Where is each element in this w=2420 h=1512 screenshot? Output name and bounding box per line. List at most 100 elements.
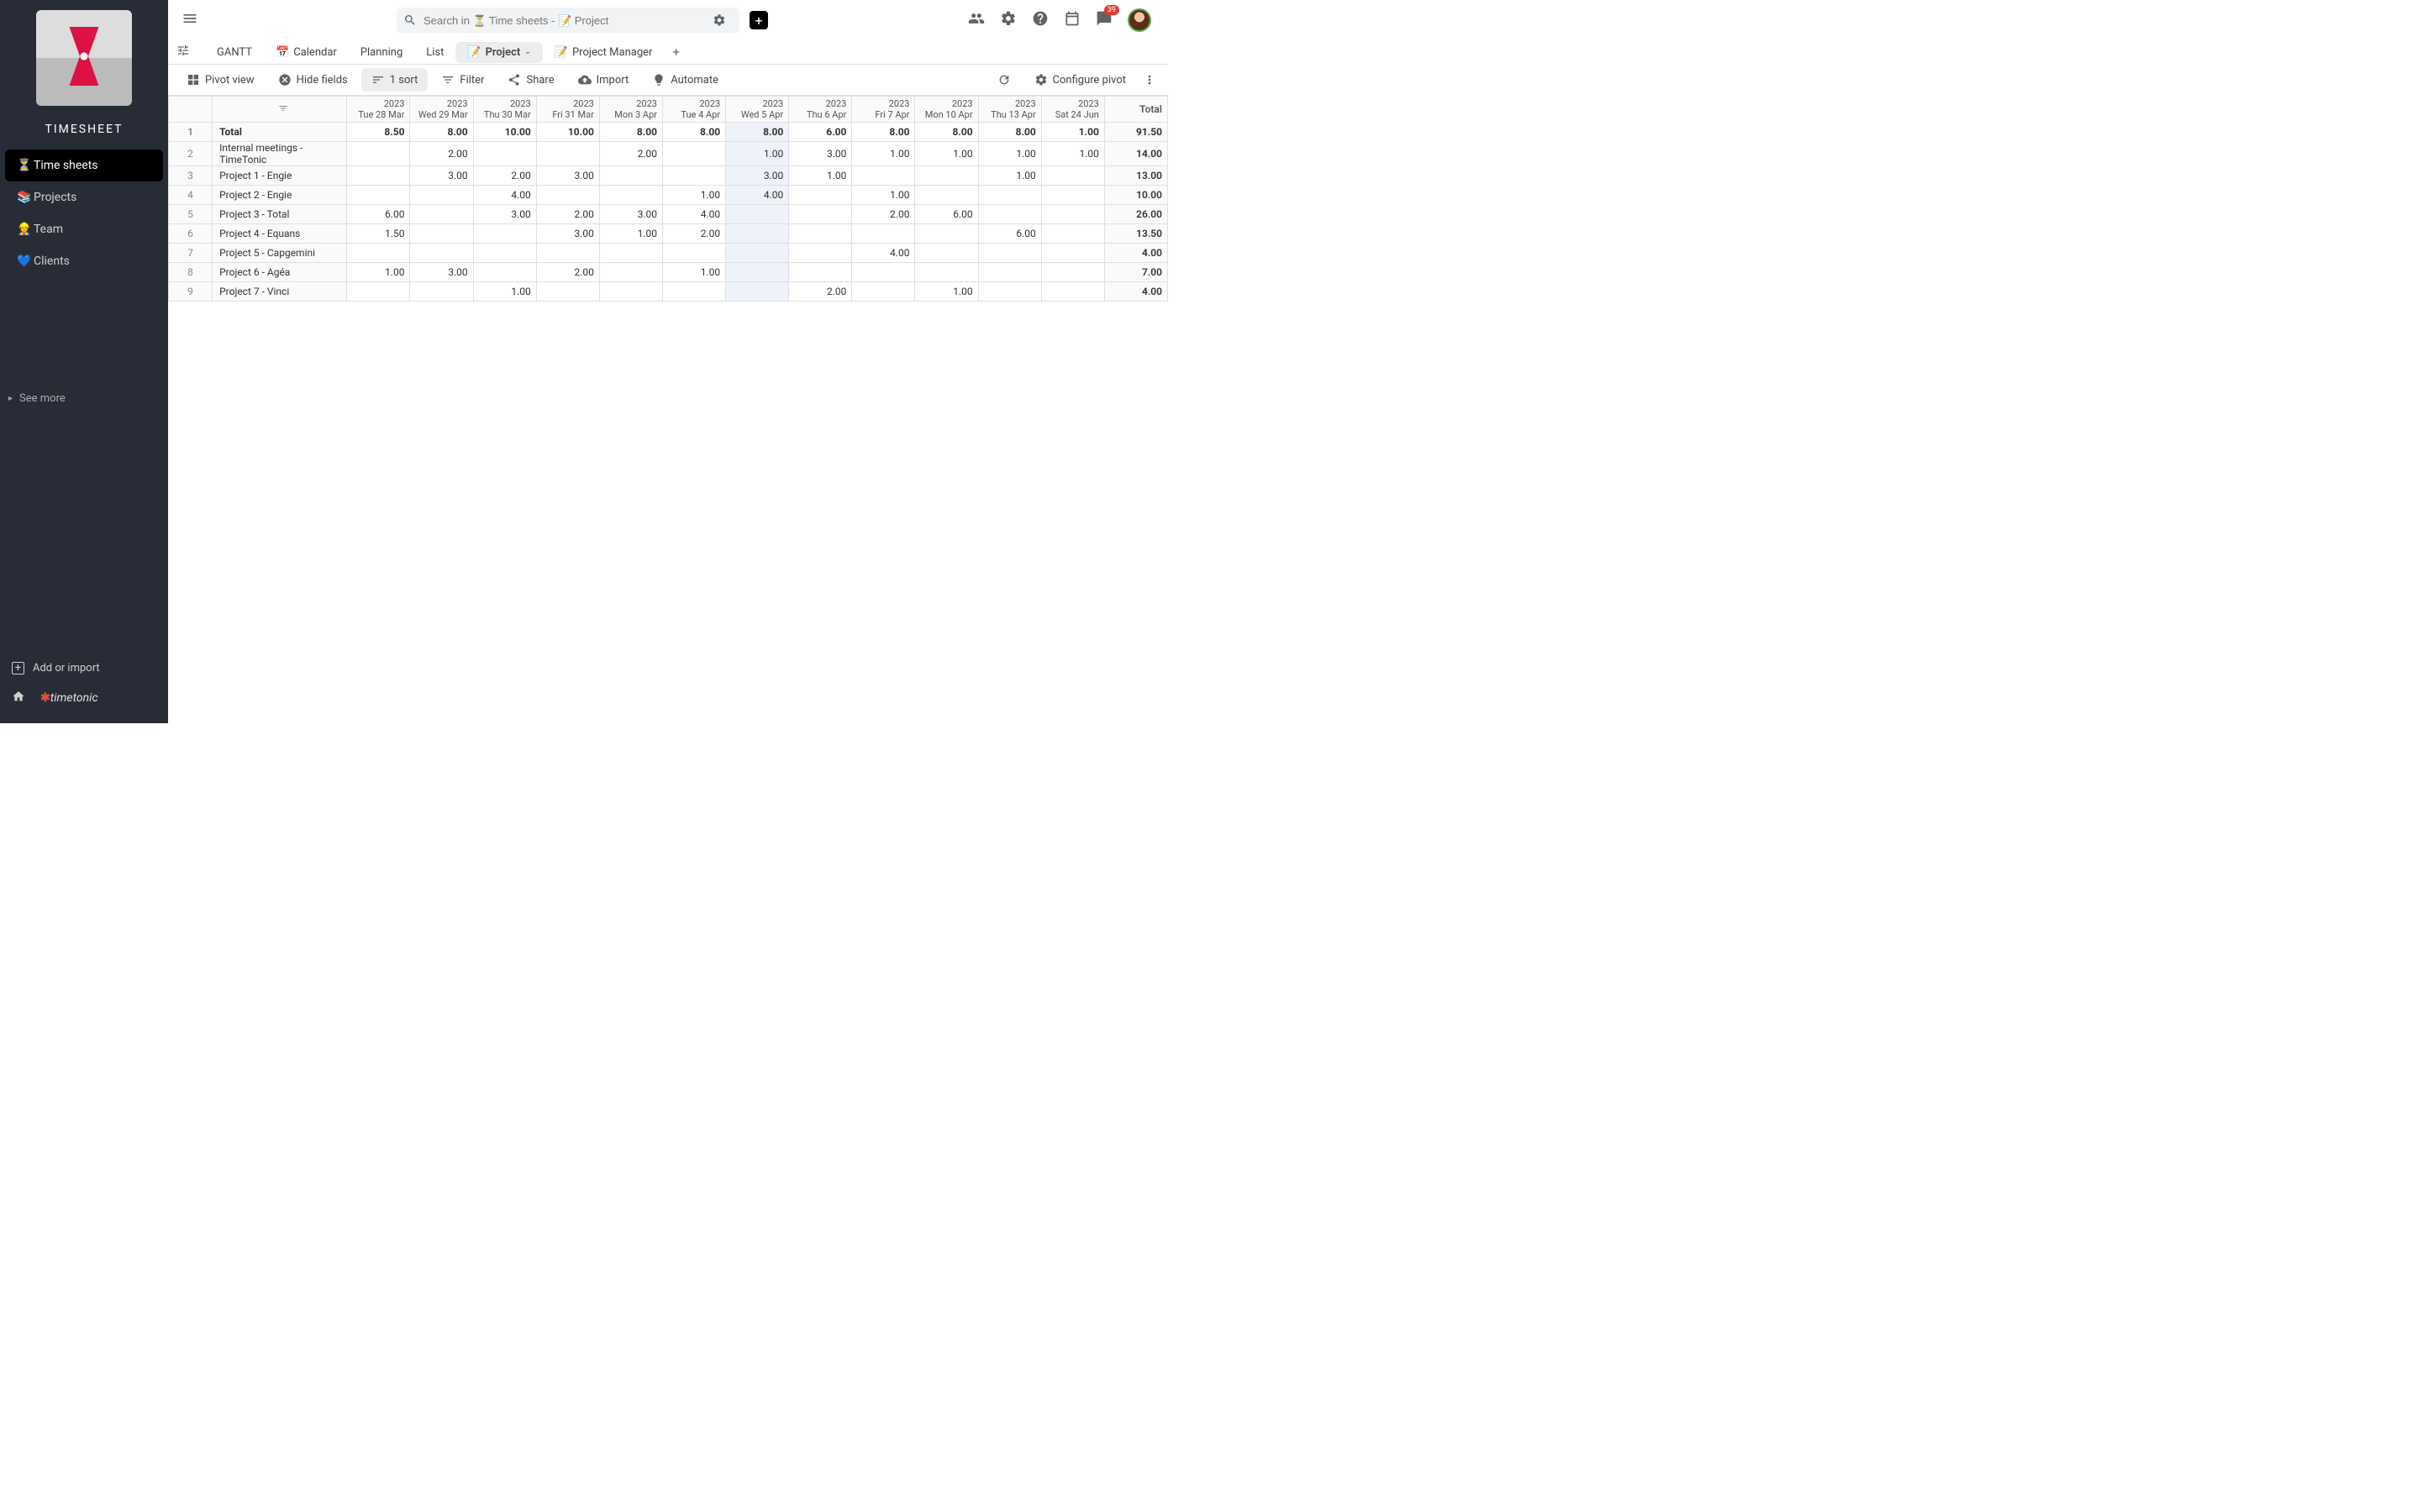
column-header[interactable]: 2023Thu 13 Apr xyxy=(978,97,1041,123)
table-row[interactable]: 5Project 3 - Total6.003.002.003.004.002.… xyxy=(169,205,1168,224)
data-cell[interactable] xyxy=(410,282,473,302)
sort-button[interactable]: 1 sort xyxy=(361,68,429,92)
data-cell[interactable] xyxy=(1041,244,1104,263)
data-cell[interactable]: 1.50 xyxy=(347,224,410,244)
column-header[interactable]: 2023Thu 30 Mar xyxy=(473,97,536,123)
data-cell[interactable]: 8.00 xyxy=(915,123,978,142)
data-cell[interactable]: 3.00 xyxy=(599,205,662,224)
share-button[interactable]: Share xyxy=(497,68,564,92)
brand-logo[interactable]: ✱timetonic xyxy=(40,691,98,705)
data-cell[interactable] xyxy=(473,244,536,263)
workspace-image[interactable] xyxy=(36,10,132,106)
import-button[interactable]: Import xyxy=(568,68,639,92)
data-cell[interactable]: 6.00 xyxy=(789,123,852,142)
sidebar-item-clients[interactable]: 💙Clients xyxy=(5,245,163,277)
more-icon[interactable] xyxy=(1139,68,1160,92)
row-label[interactable]: Project 5 - Capgemini xyxy=(213,244,347,263)
data-cell[interactable] xyxy=(915,224,978,244)
data-cell[interactable]: 1.00 xyxy=(852,142,915,166)
people-icon[interactable] xyxy=(968,10,985,30)
tabs-settings-icon[interactable] xyxy=(176,44,190,60)
data-cell[interactable]: 6.00 xyxy=(915,205,978,224)
data-cell[interactable] xyxy=(852,263,915,282)
help-icon[interactable] xyxy=(1032,10,1049,30)
pivot-view-button[interactable]: Pivot view xyxy=(176,68,265,92)
data-cell[interactable] xyxy=(915,244,978,263)
data-cell[interactable] xyxy=(789,263,852,282)
data-cell[interactable]: 1.00 xyxy=(789,166,852,186)
tab-calendar[interactable]: 📅Calendar xyxy=(264,42,349,63)
tab-project-manager[interactable]: 📝Project Manager xyxy=(543,42,665,63)
search-input[interactable] xyxy=(424,14,713,27)
data-cell[interactable]: 3.00 xyxy=(410,263,473,282)
tab-planning[interactable]: Planning xyxy=(349,42,414,63)
data-cell[interactable]: 4.00 xyxy=(473,186,536,205)
data-cell[interactable]: 2.00 xyxy=(536,205,599,224)
data-cell[interactable] xyxy=(599,263,662,282)
data-cell[interactable] xyxy=(599,166,662,186)
data-cell[interactable] xyxy=(915,186,978,205)
table-row[interactable]: 8Project 6 - Agéa1.003.002.001.007.00 xyxy=(169,263,1168,282)
data-cell[interactable]: 6.00 xyxy=(347,205,410,224)
data-cell[interactable] xyxy=(726,224,789,244)
table-row[interactable]: 7Project 5 - Capgemini4.004.00 xyxy=(169,244,1168,263)
data-cell[interactable]: 2.00 xyxy=(410,142,473,166)
data-cell[interactable] xyxy=(662,244,725,263)
data-cell[interactable]: 8.00 xyxy=(852,123,915,142)
data-cell[interactable] xyxy=(978,186,1041,205)
table-row[interactable]: 4Project 2 - Engie4.001.004.001.0010.00 xyxy=(169,186,1168,205)
row-label[interactable]: Project 7 - Vinci xyxy=(213,282,347,302)
data-cell[interactable]: 1.00 xyxy=(1041,123,1104,142)
data-cell[interactable]: 1.00 xyxy=(599,224,662,244)
data-cell[interactable] xyxy=(852,166,915,186)
data-cell[interactable]: 1.00 xyxy=(915,142,978,166)
data-cell[interactable] xyxy=(726,244,789,263)
data-cell[interactable] xyxy=(410,224,473,244)
tab-gantt[interactable]: GANTT xyxy=(205,42,264,63)
data-cell[interactable] xyxy=(536,244,599,263)
data-cell[interactable]: 3.00 xyxy=(410,166,473,186)
column-header[interactable]: 2023Mon 3 Apr xyxy=(599,97,662,123)
data-cell[interactable] xyxy=(726,263,789,282)
data-cell[interactable] xyxy=(536,186,599,205)
data-cell[interactable]: 8.00 xyxy=(726,123,789,142)
row-label[interactable]: Total xyxy=(213,123,347,142)
data-cell[interactable]: 10.00 xyxy=(473,123,536,142)
row-label[interactable]: Project 2 - Engie xyxy=(213,186,347,205)
data-cell[interactable] xyxy=(410,186,473,205)
table-row[interactable]: 1Total8.508.0010.0010.008.008.008.006.00… xyxy=(169,123,1168,142)
data-cell[interactable] xyxy=(347,142,410,166)
row-label[interactable]: Project 4 - Equans xyxy=(213,224,347,244)
data-cell[interactable] xyxy=(789,224,852,244)
data-cell[interactable]: 1.00 xyxy=(662,186,725,205)
data-cell[interactable] xyxy=(1041,263,1104,282)
see-more-button[interactable]: See more xyxy=(0,383,168,414)
data-cell[interactable] xyxy=(662,166,725,186)
data-cell[interactable] xyxy=(536,142,599,166)
data-cell[interactable] xyxy=(599,282,662,302)
row-label[interactable]: Project 6 - Agéa xyxy=(213,263,347,282)
notifications-icon[interactable]: 39 xyxy=(1096,10,1113,30)
filter-icon[interactable] xyxy=(213,97,347,123)
data-cell[interactable]: 3.00 xyxy=(473,205,536,224)
data-cell[interactable] xyxy=(852,282,915,302)
data-cell[interactable] xyxy=(536,282,599,302)
data-cell[interactable] xyxy=(789,205,852,224)
search-box[interactable] xyxy=(397,8,739,33)
data-cell[interactable] xyxy=(726,282,789,302)
data-cell[interactable] xyxy=(347,166,410,186)
data-cell[interactable]: 4.00 xyxy=(726,186,789,205)
data-cell[interactable] xyxy=(410,244,473,263)
add-or-import-button[interactable]: + Add or import xyxy=(12,655,156,681)
add-tab-button[interactable]: + xyxy=(664,40,688,64)
data-cell[interactable]: 6.00 xyxy=(978,224,1041,244)
data-cell[interactable] xyxy=(347,244,410,263)
tab-project[interactable]: 📝Project⌄ xyxy=(455,42,542,63)
column-header[interactable]: 2023Fri 7 Apr xyxy=(852,97,915,123)
data-cell[interactable]: 1.00 xyxy=(978,166,1041,186)
row-label[interactable]: Internal meetings - TimeTonic xyxy=(213,142,347,166)
home-icon[interactable] xyxy=(12,690,40,706)
data-cell[interactable]: 1.00 xyxy=(915,282,978,302)
data-cell[interactable] xyxy=(915,263,978,282)
data-cell[interactable]: 8.00 xyxy=(662,123,725,142)
